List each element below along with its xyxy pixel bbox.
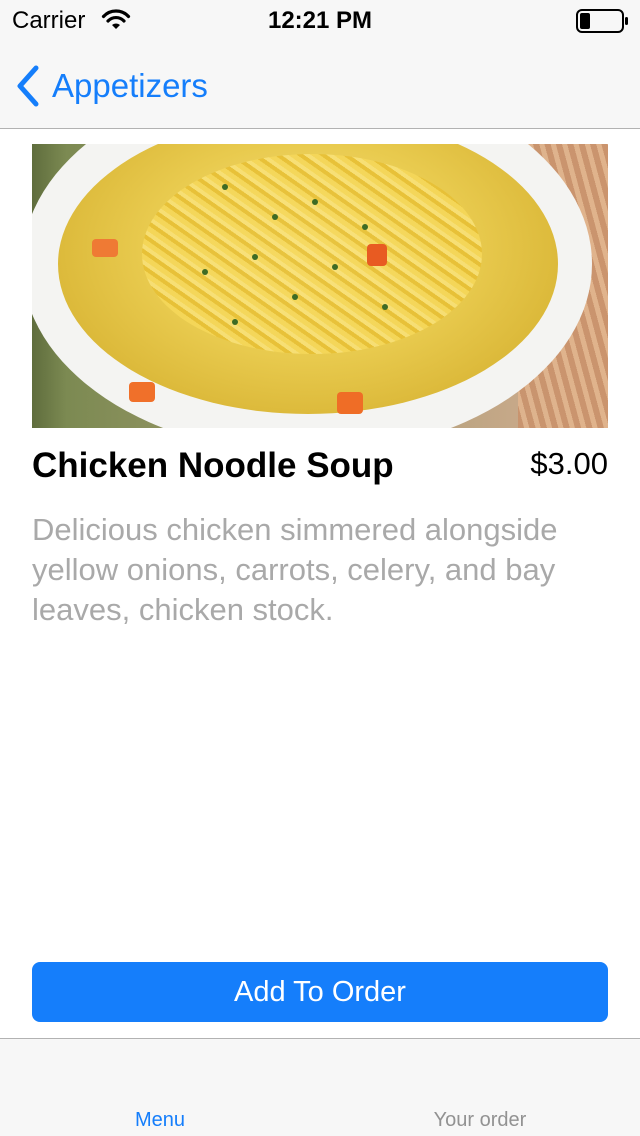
carrot-piece (367, 244, 387, 266)
tab-menu[interactable]: Menu (0, 1109, 320, 1132)
carrot-piece (129, 382, 155, 402)
navigation-bar: Appetizers (0, 40, 640, 129)
herb-fleck (222, 184, 228, 190)
dish-title: Chicken Noodle Soup (32, 446, 394, 485)
tab-bar: Menu Your order (0, 1038, 640, 1136)
herb-fleck (202, 269, 208, 275)
herb-fleck (272, 214, 278, 220)
screen: Carrier 12:21 PM Appetizers Chicken Nood… (0, 0, 640, 1136)
status-bar: Carrier 12:21 PM (0, 0, 640, 40)
carrot-piece (92, 239, 118, 257)
battery-icon (576, 9, 628, 33)
herb-fleck (362, 224, 368, 230)
dish-price: $3.00 (530, 446, 608, 481)
herb-fleck (312, 199, 318, 205)
soup-noodles (142, 154, 482, 354)
dish-description: Delicious chicken simmered alongside yel… (32, 512, 558, 627)
carrot-piece (337, 392, 363, 414)
herb-fleck (332, 264, 338, 270)
back-button-label: Appetizers (52, 67, 208, 104)
back-button[interactable]: Appetizers (14, 62, 208, 110)
herb-fleck (232, 319, 238, 325)
dish-photo (32, 144, 608, 428)
herb-fleck (292, 294, 298, 300)
herb-fleck (382, 304, 388, 310)
status-time: 12:21 PM (267, 7, 373, 34)
add-to-order-button[interactable]: Add To Order (32, 962, 608, 1022)
tab-your-order[interactable]: Your order (320, 1109, 640, 1132)
herb-fleck (252, 254, 258, 260)
chevron-left-icon (17, 65, 39, 107)
